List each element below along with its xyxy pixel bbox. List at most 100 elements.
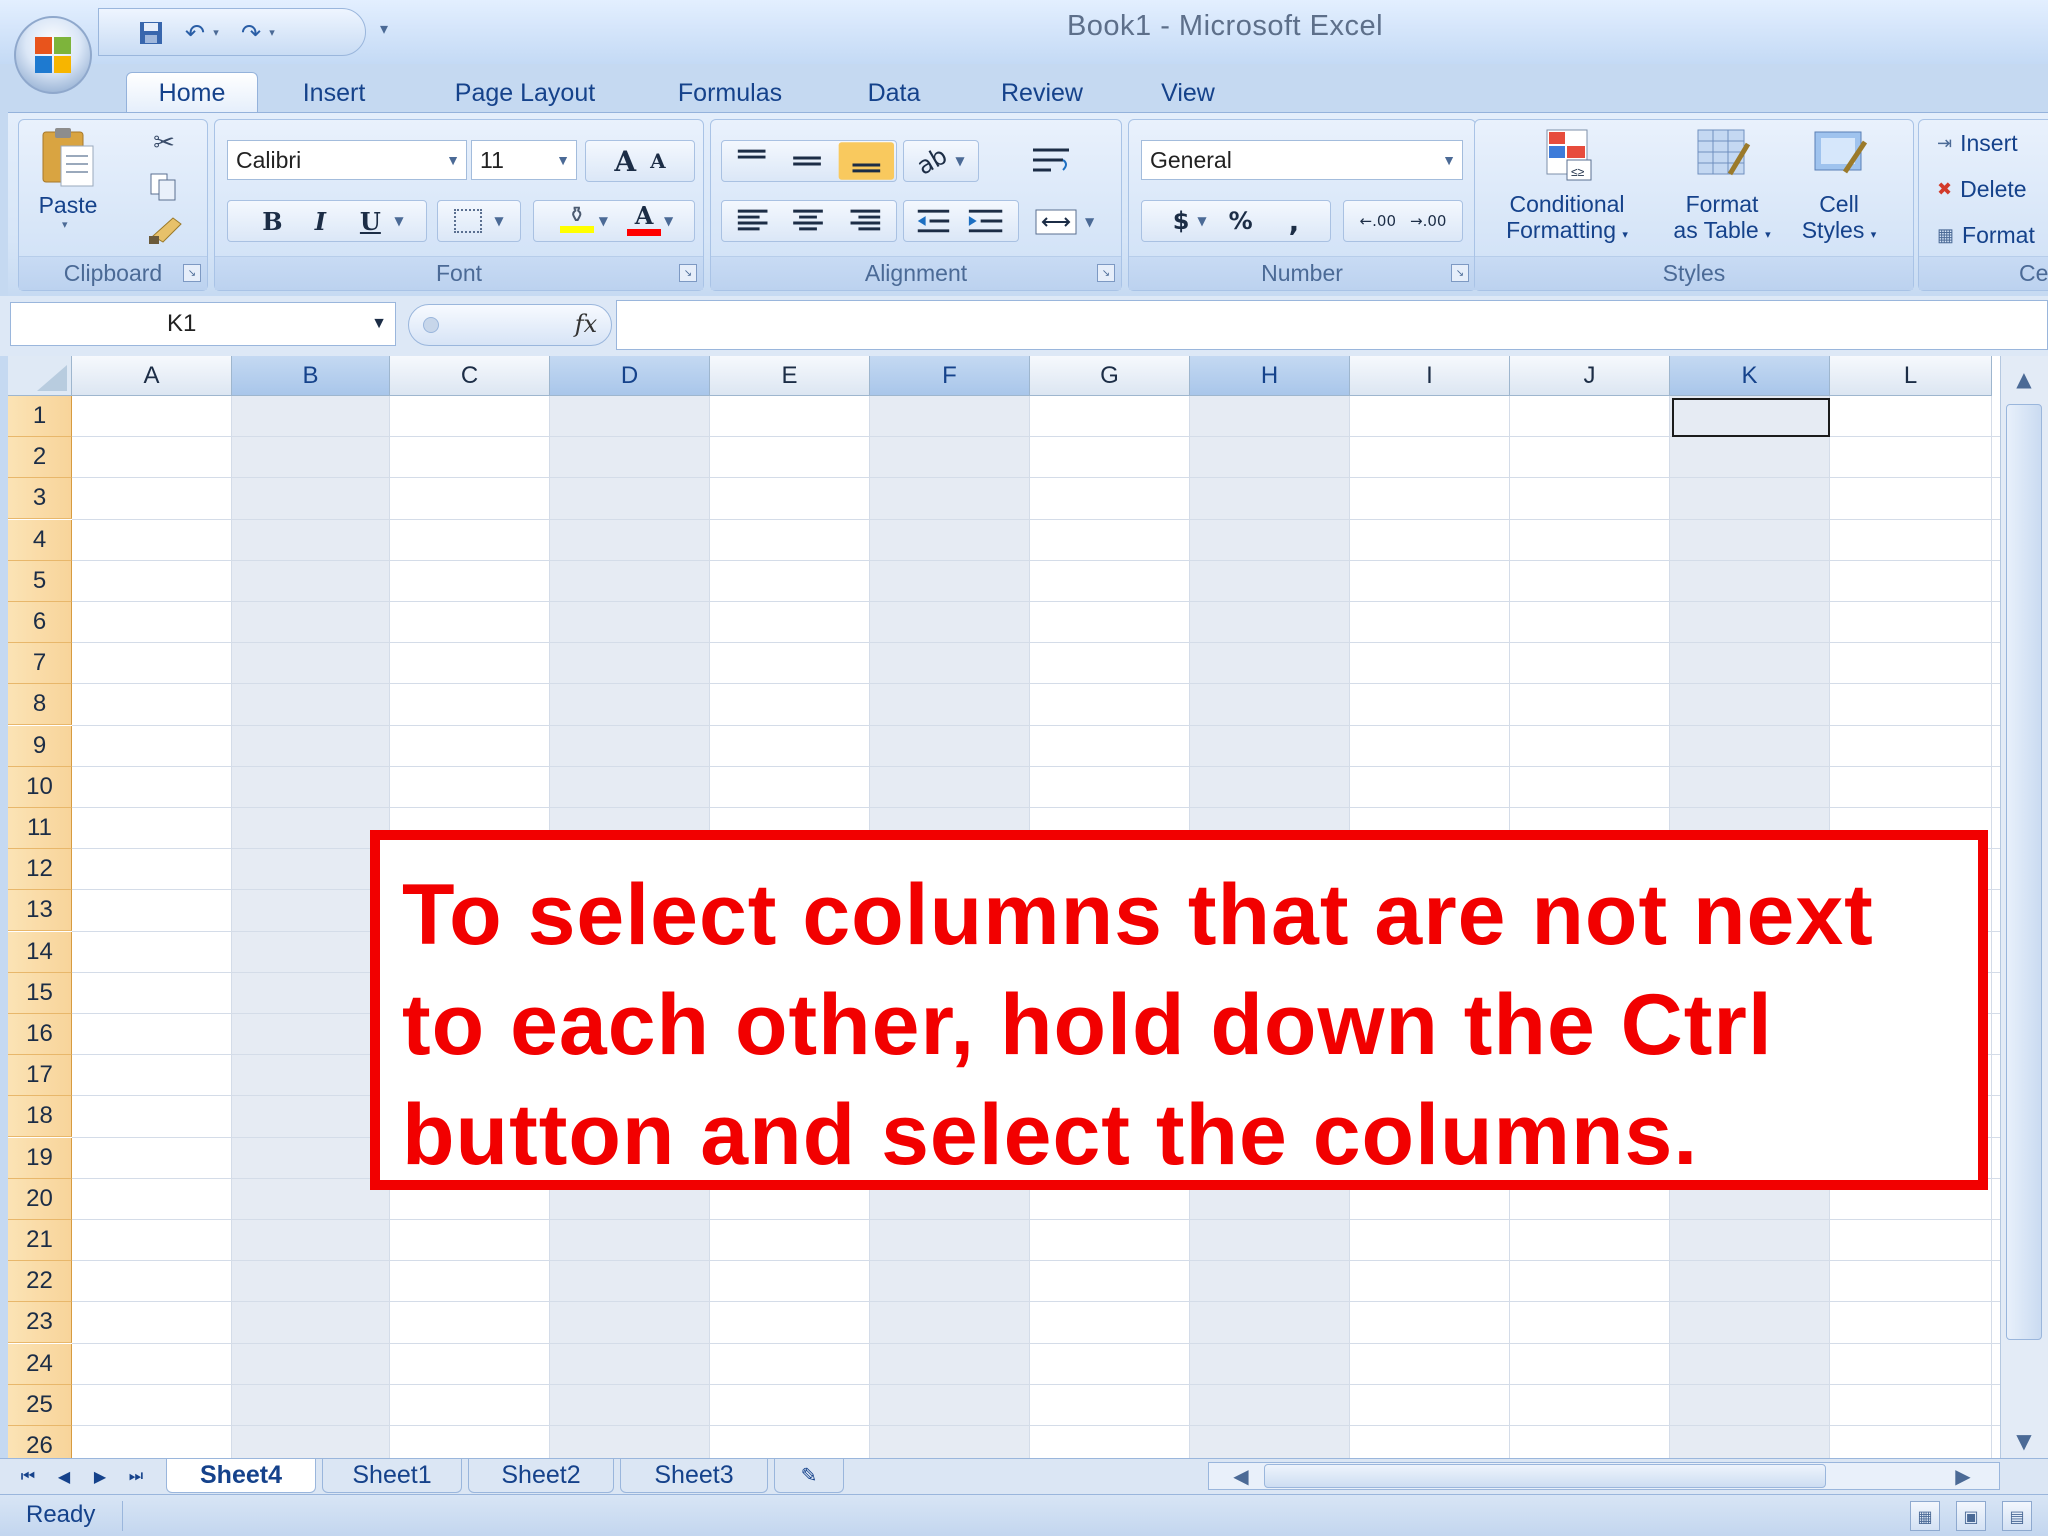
increase-decimal-button[interactable]: ←.00	[1360, 212, 1396, 230]
bottom-align-highlight[interactable]	[838, 142, 895, 180]
column-b-cells[interactable]	[232, 396, 390, 1458]
first-sheet-icon[interactable]: ⏮	[14, 1463, 42, 1489]
borders-button[interactable]: ▼	[437, 200, 521, 242]
align-left-icon[interactable]	[737, 209, 768, 231]
row-header-1[interactable]: 1	[8, 396, 72, 437]
tab-insert[interactable]: Insert	[286, 72, 382, 114]
number-format-dropdown-icon[interactable]: ▼	[1442, 141, 1456, 179]
column-header-g[interactable]: G	[1030, 356, 1190, 396]
customize-qat-icon[interactable]: ▾	[372, 16, 396, 40]
row-header-15[interactable]: 15	[8, 972, 72, 1014]
bold-button[interactable]: B	[250, 207, 294, 236]
borders-dropdown-icon[interactable]: ▼	[494, 214, 503, 228]
insert-function-button[interactable]: fx	[568, 306, 604, 342]
row-header-25[interactable]: 25	[8, 1384, 72, 1426]
comma-button[interactable]: ,	[1289, 205, 1300, 238]
row-header-9[interactable]: 9	[8, 725, 72, 767]
row-header-21[interactable]: 21	[8, 1220, 72, 1261]
select-all-button[interactable]	[8, 356, 72, 396]
middle-align-icon[interactable]	[793, 156, 821, 166]
top-align-icon[interactable]	[737, 149, 766, 159]
row-header-6[interactable]: 6	[8, 602, 72, 643]
column-header-i[interactable]: I	[1350, 356, 1510, 396]
row-header-7[interactable]: 7	[8, 643, 72, 685]
column-header-j[interactable]: J	[1510, 356, 1670, 396]
active-cell[interactable]	[1672, 398, 1830, 438]
format-cells-button[interactable]: ▦ Format	[1937, 216, 2035, 254]
row-header-22[interactable]: 22	[8, 1261, 72, 1303]
insert-cells-button[interactable]: ⇥ Insert	[1937, 124, 2018, 162]
scroll-right-icon[interactable]: ▶	[1948, 1462, 1978, 1490]
percent-button[interactable]: %	[1229, 207, 1253, 235]
last-sheet-icon[interactable]: ⏭	[122, 1463, 150, 1489]
currency-button[interactable]: $	[1173, 207, 1190, 235]
row-header-5[interactable]: 5	[8, 560, 72, 602]
orientation-button[interactable]: ab ▼	[903, 140, 979, 182]
column-header-c[interactable]: C	[390, 356, 550, 396]
next-sheet-icon[interactable]: ▶	[86, 1463, 114, 1489]
delete-cells-button[interactable]: ✖ Delete	[1937, 170, 2027, 208]
font-color-icon[interactable]: A	[624, 203, 664, 239]
formula-input[interactable]	[616, 300, 2048, 350]
row-header-17[interactable]: 17	[8, 1055, 72, 1097]
save-icon[interactable]	[135, 17, 167, 49]
fill-color-icon[interactable]: ⚱	[555, 203, 599, 239]
align-right-icon[interactable]	[850, 209, 881, 231]
wrap-text-icon[interactable]	[1029, 142, 1073, 182]
font-size-combo[interactable]: 11 ▼	[471, 140, 577, 180]
row-header-24[interactable]: 24	[8, 1343, 72, 1385]
alignment-launcher-icon[interactable]: ↘	[1097, 264, 1115, 282]
tab-data[interactable]: Data	[852, 72, 936, 114]
orientation-dropdown-icon[interactable]: ▼	[955, 154, 964, 168]
prev-sheet-icon[interactable]: ◀	[50, 1463, 78, 1489]
increase-indent-icon[interactable]	[968, 209, 1003, 233]
decrease-decimal-button[interactable]: →.00	[1410, 212, 1446, 230]
scroll-left-icon[interactable]: ◀	[1226, 1462, 1256, 1490]
normal-view-icon[interactable]: ▦	[1910, 1501, 1940, 1531]
sheet-tab-sheet4[interactable]: Sheet4	[166, 1459, 316, 1493]
insert-sheet-icon[interactable]: ✎	[774, 1459, 844, 1493]
column-header-k[interactable]: K	[1670, 356, 1830, 396]
decrease-indent-icon[interactable]	[917, 209, 950, 233]
cut-icon[interactable]: ✂	[147, 126, 181, 160]
horizontal-scroll-thumb[interactable]	[1264, 1464, 1826, 1488]
scroll-down-icon[interactable]: ▼	[2004, 1424, 2044, 1458]
column-header-f[interactable]: F	[870, 356, 1030, 396]
format-painter-icon[interactable]	[147, 212, 187, 246]
row-header-13[interactable]: 13	[8, 890, 72, 932]
tab-home[interactable]: Home	[126, 72, 258, 114]
column-header-a[interactable]: A	[72, 356, 232, 396]
grow-font-button[interactable]: A	[614, 145, 636, 178]
row-header-4[interactable]: 4	[8, 519, 72, 561]
paste-button[interactable]: Paste ▾	[33, 126, 103, 231]
conditional-formatting-button[interactable]: ≤≥ Conditional Formatting ▾	[1481, 126, 1653, 248]
column-header-l[interactable]: L	[1830, 356, 1992, 396]
sheet-tab-sheet2[interactable]: Sheet2	[468, 1459, 614, 1493]
row-header-16[interactable]: 16	[8, 1014, 72, 1055]
row-header-26[interactable]: 26	[8, 1426, 72, 1458]
font-size-dropdown-icon[interactable]: ▼	[556, 141, 570, 179]
row-header-3[interactable]: 3	[8, 478, 72, 520]
row-header-14[interactable]: 14	[8, 931, 72, 973]
merge-center-button[interactable]: ▼	[1033, 202, 1113, 242]
cell-styles-button[interactable]: Cell Styles ▾	[1789, 126, 1889, 248]
name-box-dropdown-icon[interactable]: ▼	[371, 315, 387, 333]
number-format-combo[interactable]: General ▼	[1141, 140, 1463, 180]
row-header-12[interactable]: 12	[8, 849, 72, 891]
row-header-20[interactable]: 20	[8, 1178, 72, 1220]
row-header-10[interactable]: 10	[8, 766, 72, 808]
format-as-table-button[interactable]: Format as Table ▾	[1659, 126, 1785, 248]
column-a-cells[interactable]	[72, 396, 232, 1458]
sheet-tab-sheet1[interactable]: Sheet1	[322, 1459, 462, 1493]
vertical-scroll-thumb[interactable]	[2006, 404, 2042, 1340]
column-header-h[interactable]: H	[1190, 356, 1350, 396]
scroll-up-icon[interactable]: ▲	[2004, 362, 2044, 396]
sheet-tab-sheet3[interactable]: Sheet3	[620, 1459, 768, 1493]
undo-icon[interactable]: ↶	[179, 17, 211, 49]
row-header-2[interactable]: 2	[8, 437, 72, 479]
row-header-19[interactable]: 19	[8, 1137, 72, 1179]
column-header-d[interactable]: D	[550, 356, 710, 396]
row-header-23[interactable]: 23	[8, 1302, 72, 1344]
currency-dropdown-icon[interactable]: ▼	[1197, 214, 1206, 228]
undo-dropdown-icon[interactable]: ▾	[209, 25, 223, 39]
